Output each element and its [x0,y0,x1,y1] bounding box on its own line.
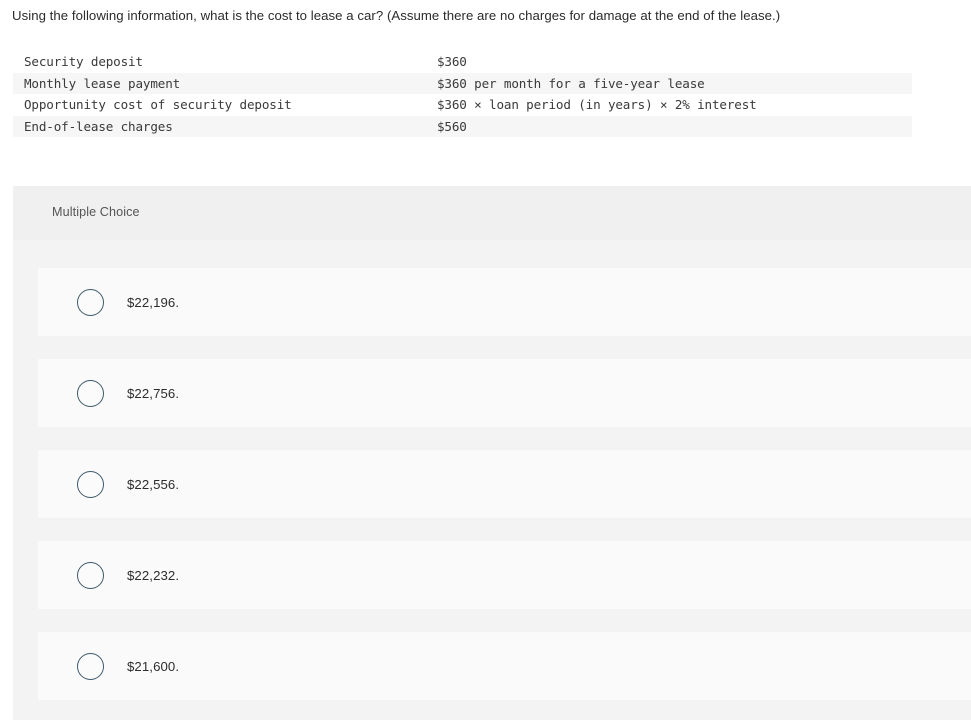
table-cell-value: $360 × loan period (in years) × 2% inter… [437,97,757,113]
choice-label: $22,556. [127,476,180,492]
choice-option-5[interactable]: $21,600. [38,632,971,700]
table-cell-value: $360 per month for a five-year lease [437,75,705,91]
question-stem: Using the following information, what is… [12,8,781,23]
radio-button-icon[interactable] [77,288,104,316]
choice-label: $22,196. [127,294,180,310]
radio-button-icon[interactable] [77,561,104,589]
choice-option-4[interactable]: $22,232. [38,541,971,609]
radio-button-icon[interactable] [77,379,104,407]
table-cell-label: Security deposit [24,54,143,70]
choice-list: $22,196. $22,756. $22,556. $22,232. $21,… [13,240,971,720]
table-cell-value: $360 [437,54,467,70]
table-row: Monthly lease payment $360 per month for… [13,72,912,94]
table-cell-label: Opportunity cost of security deposit [24,97,292,113]
choice-option-1[interactable]: $22,196. [38,268,971,336]
choice-option-3[interactable]: $22,556. [38,450,971,518]
choice-label: $21,600. [127,658,180,674]
lease-information-table: Security deposit $360 Monthly lease paym… [13,51,912,137]
radio-button-icon[interactable] [77,652,104,680]
table-cell-label: End-of-lease charges [24,118,173,134]
radio-button-icon[interactable] [77,470,104,498]
table-row: End-of-lease charges $560 [13,115,912,137]
table-row: Opportunity cost of security deposit $36… [13,94,912,116]
choice-label: $22,756. [127,385,180,401]
answer-type-label: Multiple Choice [52,205,140,219]
answer-panel-header: Multiple Choice [13,186,971,240]
choice-option-2[interactable]: $22,756. [38,359,971,427]
answer-panel: Multiple Choice $22,196. $22,756. $22,55… [13,186,971,720]
table-cell-value: $560 [437,118,467,134]
table-body: Security deposit $360 Monthly lease paym… [13,51,912,137]
table-row: Security deposit $360 [13,51,912,73]
choice-label: $22,232. [127,567,180,583]
table-cell-label: Monthly lease payment [24,75,181,91]
